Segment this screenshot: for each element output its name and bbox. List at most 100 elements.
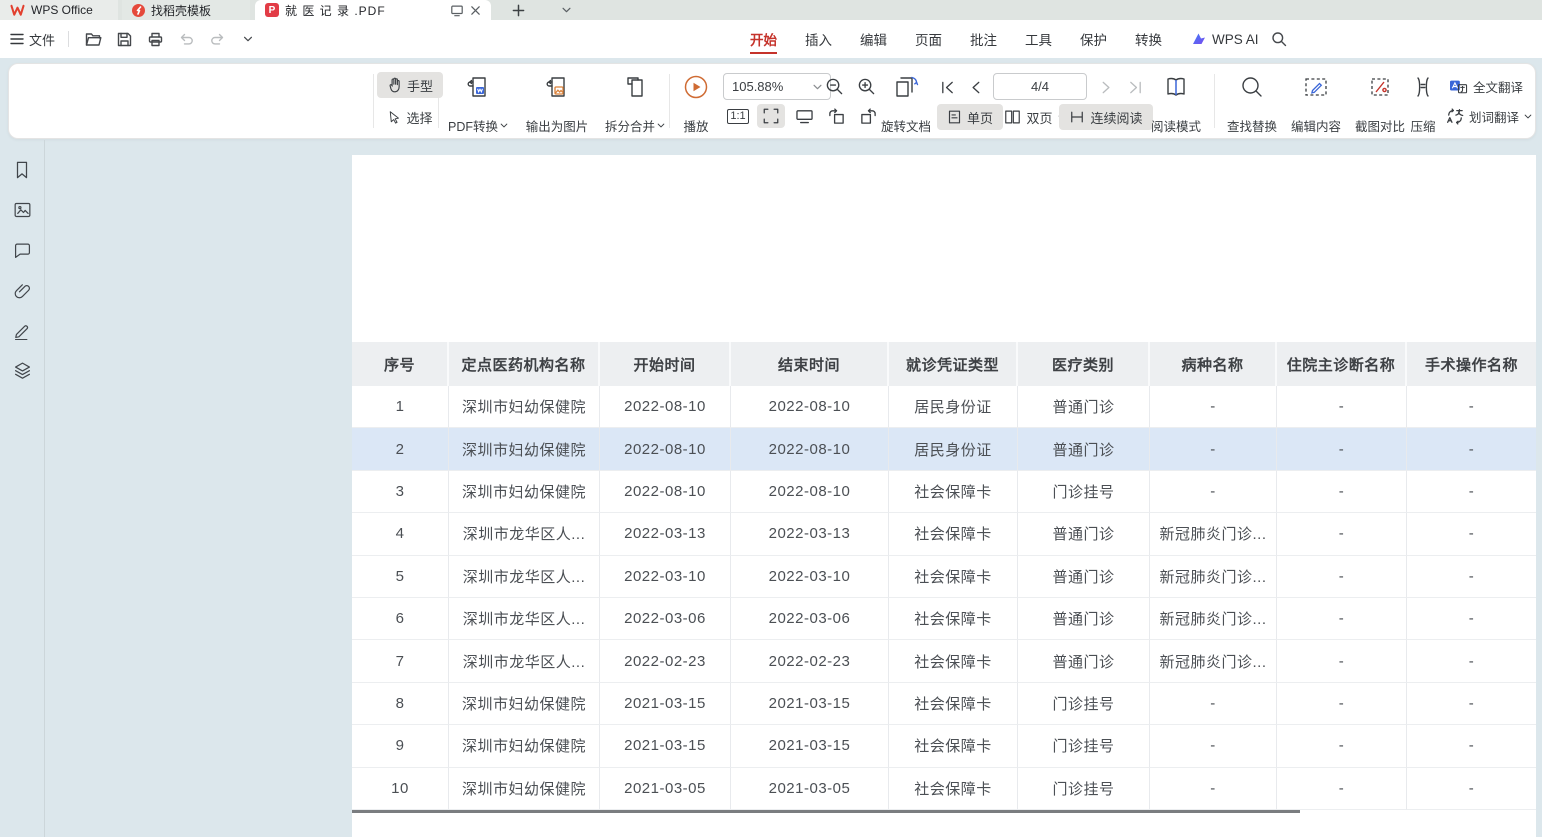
pdf-convert-label: PDF转换 <box>448 116 498 135</box>
table-cell: - <box>1407 683 1536 725</box>
last-page-button[interactable] <box>1123 75 1147 99</box>
table-cell: 5 <box>352 556 449 598</box>
export-image-button[interactable]: 输出为图片 <box>515 70 599 141</box>
fit-width-button[interactable] <box>791 104 817 128</box>
table-cell: 6 <box>352 598 449 640</box>
table-cell: 2021-03-15 <box>600 683 731 725</box>
word-translate-label: 划词翻译 <box>1469 107 1519 126</box>
table-cell: 深圳市妇幼保健院 <box>449 386 600 428</box>
compress-button[interactable]: 压缩 <box>1401 70 1445 141</box>
menu-page[interactable]: 页面 <box>901 20 956 58</box>
quick-access-chevron-icon[interactable] <box>237 28 259 50</box>
actual-size-button[interactable]: 1:1 <box>725 104 751 128</box>
tab-wps-office[interactable]: WPS Office <box>0 0 118 20</box>
play-button[interactable]: 播放 <box>673 70 719 141</box>
table-cell: 2022-03-13 <box>600 513 731 555</box>
tab-docer-templates[interactable]: 找稻壳模板 <box>122 0 250 20</box>
table-cell: 10 <box>352 768 449 810</box>
menu-home[interactable]: 开始 <box>736 20 791 58</box>
tab-list-chevron-icon[interactable] <box>545 0 587 20</box>
save-button[interactable] <box>113 28 135 50</box>
thumbnails-panel-button[interactable] <box>10 198 34 222</box>
fit-page-button[interactable] <box>757 104 785 128</box>
table-header-cell: 开始时间 <box>600 342 731 386</box>
split-merge-label: 拆分合并 <box>605 116 655 135</box>
find-replace-button[interactable]: 查找替换 <box>1221 70 1283 141</box>
menu-comment[interactable]: 批注 <box>956 20 1011 58</box>
select-tool-label: 选择 <box>406 108 432 127</box>
printer-icon <box>148 32 163 47</box>
table-cell: 新冠肺炎门诊... <box>1150 513 1277 555</box>
read-mode-button[interactable]: 阅读模式 <box>1145 70 1207 141</box>
chevron-down-icon <box>657 123 665 128</box>
word-translate-button[interactable]: 划词翻译 <box>1446 104 1532 128</box>
table-row: 5深圳市龙华区人...2022-03-102022-03-10社会保障卡普通门诊… <box>352 556 1536 598</box>
page-indicator: 4/4 <box>1031 79 1049 94</box>
screenshot-compare-icon <box>1367 73 1393 101</box>
table-cell: - <box>1150 471 1277 513</box>
signature-panel-button[interactable] <box>10 318 34 342</box>
divider <box>1214 74 1215 128</box>
table-cell: 普通门诊 <box>1018 386 1150 428</box>
table-cell: - <box>1277 683 1407 725</box>
close-tab-icon[interactable] <box>470 5 481 16</box>
rotate-left-button[interactable] <box>823 104 849 128</box>
table-cell: 普通门诊 <box>1018 598 1150 640</box>
tab-label: WPS Office <box>31 3 93 17</box>
records-table-body: 1深圳市妇幼保健院2022-08-102022-08-10居民身份证普通门诊--… <box>352 386 1536 810</box>
table-cell: 社会保障卡 <box>889 471 1018 513</box>
split-merge-button[interactable]: 拆分合并 <box>597 70 673 141</box>
screen-share-icon[interactable] <box>450 4 464 17</box>
table-cell: - <box>1150 725 1277 767</box>
single-page-button[interactable]: 单页 <box>937 104 1003 130</box>
rotate-document-button[interactable]: 旋转文档 <box>875 70 937 141</box>
redo-button[interactable] <box>206 28 228 50</box>
table-cell: 2021-03-05 <box>600 768 731 810</box>
zoom-out-icon <box>825 77 844 96</box>
table-cell: 新冠肺炎门诊... <box>1150 640 1277 682</box>
find-replace-icon <box>1240 73 1264 101</box>
menu-insert[interactable]: 插入 <box>791 20 846 58</box>
edit-content-button[interactable]: 编辑内容 <box>1285 70 1347 141</box>
first-page-button[interactable] <box>935 75 959 99</box>
table-cell: 社会保障卡 <box>889 640 1018 682</box>
table-cell: - <box>1407 556 1536 598</box>
table-cell: 社会保障卡 <box>889 768 1018 810</box>
table-cell: 3 <box>352 471 449 513</box>
table-cell: 2022-03-06 <box>731 598 889 640</box>
table-cell: 2021-03-05 <box>731 768 889 810</box>
open-file-button[interactable] <box>82 28 104 50</box>
file-menu-button[interactable]: 文件 <box>10 30 55 49</box>
undo-button[interactable] <box>175 28 197 50</box>
full-translate-button[interactable]: 全文翻译 <box>1449 74 1523 98</box>
hand-tool-button[interactable]: 手型 <box>377 72 443 98</box>
table-cell: 2022-03-06 <box>600 598 731 640</box>
zoom-level-select[interactable]: 105.88% <box>723 73 831 100</box>
menu-search-button[interactable] <box>1268 28 1290 50</box>
wps-ai-button[interactable]: WPS AI <box>1192 20 1259 58</box>
table-cell: - <box>1407 725 1536 767</box>
layers-panel-button[interactable] <box>10 358 34 382</box>
previous-page-button[interactable] <box>963 75 987 99</box>
table-cell: 普通门诊 <box>1018 428 1150 470</box>
menu-protect[interactable]: 保护 <box>1066 20 1121 58</box>
table-cell: - <box>1150 428 1277 470</box>
image-icon <box>13 201 32 219</box>
continuous-read-button[interactable]: 连续阅读 <box>1059 104 1153 130</box>
next-page-button[interactable] <box>1095 75 1119 99</box>
pdf-convert-button[interactable]: PDF转换 <box>441 70 515 141</box>
menu-edit[interactable]: 编辑 <box>846 20 901 58</box>
menu-convert[interactable]: 转换 <box>1121 20 1176 58</box>
table-header-cell: 医疗类别 <box>1018 342 1150 386</box>
comments-panel-button[interactable] <box>10 238 34 262</box>
print-button[interactable] <box>144 28 166 50</box>
zoom-out-button[interactable] <box>821 74 847 98</box>
table-row: 2深圳市妇幼保健院2022-08-102022-08-10居民身份证普通门诊--… <box>352 428 1536 470</box>
attachments-panel-button[interactable] <box>10 278 34 302</box>
menu-tools[interactable]: 工具 <box>1011 20 1066 58</box>
tab-document-pdf[interactable]: P 就 医 记 录 .PDF <box>255 0 491 20</box>
bookmarks-panel-button[interactable] <box>10 158 34 182</box>
page-number-input[interactable]: 4/4 <box>993 73 1087 100</box>
new-tab-button[interactable] <box>491 0 545 20</box>
select-tool-button[interactable]: 选择 <box>377 104 443 130</box>
